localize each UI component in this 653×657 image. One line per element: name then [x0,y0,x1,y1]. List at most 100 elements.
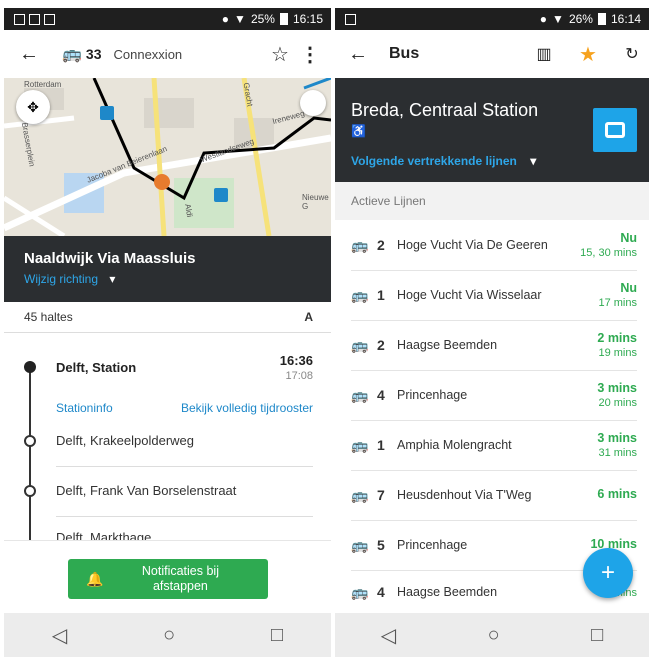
stop-item[interactable]: Delft, Markthage [4,522,331,540]
checkbox-notification-icon [14,13,25,25]
back-arrow-icon[interactable]: ← [14,43,44,66]
line-row[interactable]: 🚌 1 Hoge Vucht Via Wisselaar Nu 17 mins [351,270,637,321]
later-departures: 17 mins [598,297,637,309]
bus-stop-marker-icon[interactable] [214,188,228,202]
notify-alighting-button[interactable]: 🔔 Notificaties bij afstappen [68,559,268,599]
plus-icon: + [600,559,615,586]
section-title: Actieve Lijnen [351,194,426,208]
change-direction-label: Wijzig richting [24,272,99,286]
bus-icon: 🚌 [351,236,369,253]
bus-stop-marker-icon[interactable] [100,106,114,120]
battery-percent: 25% [250,12,275,26]
expand-arrows-icon: ✥ [27,98,39,115]
nav-recents-icon[interactable]: □ [271,624,283,647]
status-bar: ● ▼ 26% 16:14 [335,8,649,30]
right-screen: ● ▼ 26% 16:14 ← Bus ▥ ★ ↻ Breda, Centraa… [335,0,649,657]
section-header: Actieve Lijnen [335,182,649,220]
line-row[interactable]: 🚌 2 Haagse Beemden 2 mins 19 mins [351,320,637,371]
line-destination: Haagse Beemden [397,585,498,599]
station-info-link[interactable]: Stationinfo [56,401,113,415]
bus-icon: 🚌 [351,286,369,303]
toolbar: ← Bus ▥ ★ ↻ [335,30,649,78]
map-icon[interactable]: ▥ [529,44,559,64]
recenter-map-button[interactable]: ✥ [16,90,50,124]
next-departure: 3 mins [597,381,637,395]
line-row[interactable]: 🚌 2 Hoge Vucht Via De Geeren Nu 15, 30 mi… [351,220,637,271]
divider [4,332,331,333]
line-number: 1 [377,437,385,453]
line-destination: Princenhage [397,538,468,552]
text-size-toggle[interactable]: A [304,310,313,324]
line-row[interactable]: 🚌 7 Heusdenhout Via T'Weg 6 mins [351,470,637,521]
bottom-action-area: 🔔 Notificaties bij afstappen [4,540,331,614]
line-destination: Heusdenhout Via T'Weg [397,488,532,502]
stops-count: 45 haltes [24,310,73,324]
route-title: Naaldwijk Via Maassluis [24,250,196,267]
status-bar: ● ▼ 25% 16:15 [4,8,331,30]
back-arrow-icon[interactable]: ← [343,43,373,66]
star-outline-icon[interactable]: ☆ [265,42,295,67]
next-departure: 2 mins [597,331,637,345]
station-info-button[interactable] [593,108,637,152]
stop-name: Delft, Station [56,360,137,375]
bus-icon: 🚌 [351,436,369,453]
nav-home-icon[interactable]: ○ [163,624,175,647]
stop-dot-icon [24,435,36,447]
location-icon: ● [221,12,230,26]
line-destination: Hoge Vucht Via Wisselaar [397,288,542,302]
refresh-icon[interactable]: ↻ [617,44,647,64]
bus-icon: 🚌 [62,46,82,63]
nav-recents-icon[interactable]: □ [591,624,603,647]
fire-poi-icon [154,174,170,190]
dropdown-caret-icon: ▾ [530,154,537,168]
next-departure: Nu [620,231,637,245]
divider [56,516,313,517]
overflow-menu-icon[interactable]: ⋮ [295,42,325,67]
toolbar-title: Bus [389,45,420,62]
stop-dot-icon [24,485,36,497]
compass-button[interactable] [300,90,326,116]
stop-item[interactable]: Delft, Frank Van Borselenstraat [4,476,331,506]
wheelchair-icon: ♿ [351,124,366,138]
battery-icon [597,13,606,25]
system-nav-bar: ◁ ○ □ [4,613,331,657]
departures-dropdown[interactable]: Volgende vertrekkende lijnen ▾ [351,154,536,168]
bus-icon: 🚌 [351,536,369,553]
line-number: 7 [377,487,385,503]
star-filled-icon[interactable]: ★ [573,42,603,67]
change-direction-dropdown[interactable]: Wijzig richting ▾ [24,272,115,286]
wifi-icon: ▼ [552,12,564,26]
station-name: Breda, Centraal Station [351,100,539,120]
location-icon: ● [539,12,548,26]
map-label: Rotterdam [24,80,62,89]
stop-name: Delft, Krakeelpolderweg [56,433,195,448]
add-fab-button[interactable]: + [583,548,633,598]
next-departure: Nu [620,281,637,295]
toolbar: ← 🚌 33 Connexxion ☆ ⋮ [4,30,331,78]
bus-icon: 🚌 [351,336,369,353]
nav-back-icon[interactable]: ◁ [381,623,396,648]
stop-item[interactable]: Delft, Krakeelpolderweg [4,426,331,456]
bell-icon: 🔔 [86,570,104,587]
route-map[interactable]: Jacoba van Beierenlaan Westlandseweg Ire… [4,78,331,236]
stop-item[interactable]: Delft, Station 16:36 17:08 Stationinfo B… [4,350,331,420]
line-row[interactable]: 🚌 1 Amphia Molengracht 3 mins 31 mins [351,420,637,471]
line-row[interactable]: 🚌 4 Princenhage 3 mins 20 mins [351,370,637,421]
line-destination: Haagse Beemden [397,338,498,352]
line-destination: Amphia Molengracht [397,438,512,452]
nav-home-icon[interactable]: ○ [488,624,500,647]
later-departures: 31 mins [598,447,637,459]
full-timetable-link[interactable]: Bekijk volledig tijdrooster [181,401,313,415]
map-label: Nieuwe G [302,193,329,211]
image-notification-icon [44,13,55,25]
bus-icon: 🚌 [351,386,369,403]
line-number: 2 [377,337,385,353]
clock: 16:15 [292,12,323,26]
clock: 16:14 [610,12,641,26]
divider [56,466,313,467]
left-screen: ● ▼ 25% 16:15 ← 🚌 33 Connexxion ☆ ⋮ Jaco… [4,0,331,657]
departures-dropdown-label: Volgende vertrekkende lijnen [351,154,517,168]
nav-back-icon[interactable]: ◁ [52,623,67,648]
line-destination: Princenhage [397,388,468,402]
station-header: Breda, Centraal Station ♿ Volgende vertr… [335,78,649,182]
